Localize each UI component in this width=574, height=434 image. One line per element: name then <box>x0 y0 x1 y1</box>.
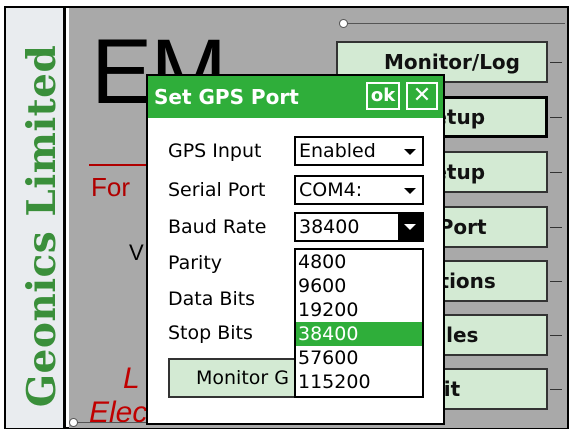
baud-option-selected[interactable]: 38400 <box>296 322 422 346</box>
tree-connector-top <box>345 23 565 24</box>
serial-port-value: COM4: <box>299 179 363 201</box>
menu-tick <box>550 117 562 118</box>
baud-rate-label: Baud Rate <box>168 216 267 238</box>
gps-input-select[interactable]: Enabled <box>294 136 424 166</box>
menu-tick <box>550 335 562 336</box>
brand-strip: Geonics Limited <box>6 8 66 428</box>
baud-option[interactable]: 4800 <box>296 250 422 274</box>
gps-input-label: GPS Input <box>168 140 262 162</box>
title-underline <box>89 164 149 166</box>
menu-tick <box>550 281 562 282</box>
chevron-down-icon <box>404 188 416 194</box>
baud-rate-select[interactable]: 38400 <box>294 212 424 242</box>
brand-text: Geonics Limited <box>19 44 65 408</box>
subtitle-text: For <box>91 172 130 202</box>
logo-text-elec: Elec <box>89 396 148 429</box>
menu-tick <box>550 172 562 173</box>
serial-port-label: Serial Port <box>168 179 266 201</box>
ok-button[interactable]: ok <box>366 82 400 110</box>
logo-text-l: L <box>123 362 140 395</box>
menu-tick <box>550 62 562 63</box>
app-screen: Geonics Limited EM For V L Elec Monitor/… <box>0 0 574 434</box>
baud-option[interactable]: 115200 <box>296 370 422 394</box>
set-gps-port-dialog: Set GPS Port ok ✕ GPS Input Enabled Seri… <box>146 74 445 425</box>
tree-node-icon <box>339 19 348 28</box>
dropdown-button[interactable] <box>398 214 422 240</box>
baud-option[interactable]: 19200 <box>296 298 422 322</box>
menu-tick <box>550 389 562 390</box>
baud-rate-dropdown-list: 4800 9600 19200 38400 57600 115200 <box>294 248 424 398</box>
gps-input-value: Enabled <box>299 140 376 162</box>
baud-option[interactable]: 9600 <box>296 274 422 298</box>
baud-rate-value: 38400 <box>299 216 360 238</box>
baud-option[interactable]: 57600 <box>296 346 422 370</box>
parity-label: Parity <box>168 252 223 274</box>
tree-node-icon <box>69 418 78 427</box>
menu-tick <box>550 227 562 228</box>
data-bits-label: Data Bits <box>168 288 256 310</box>
stop-bits-label: Stop Bits <box>168 322 253 344</box>
chevron-down-icon <box>404 149 416 155</box>
version-text: V <box>129 240 144 265</box>
close-icon[interactable]: ✕ <box>406 82 438 110</box>
serial-port-select[interactable]: COM4: <box>294 175 424 205</box>
chevron-down-icon <box>404 224 416 230</box>
